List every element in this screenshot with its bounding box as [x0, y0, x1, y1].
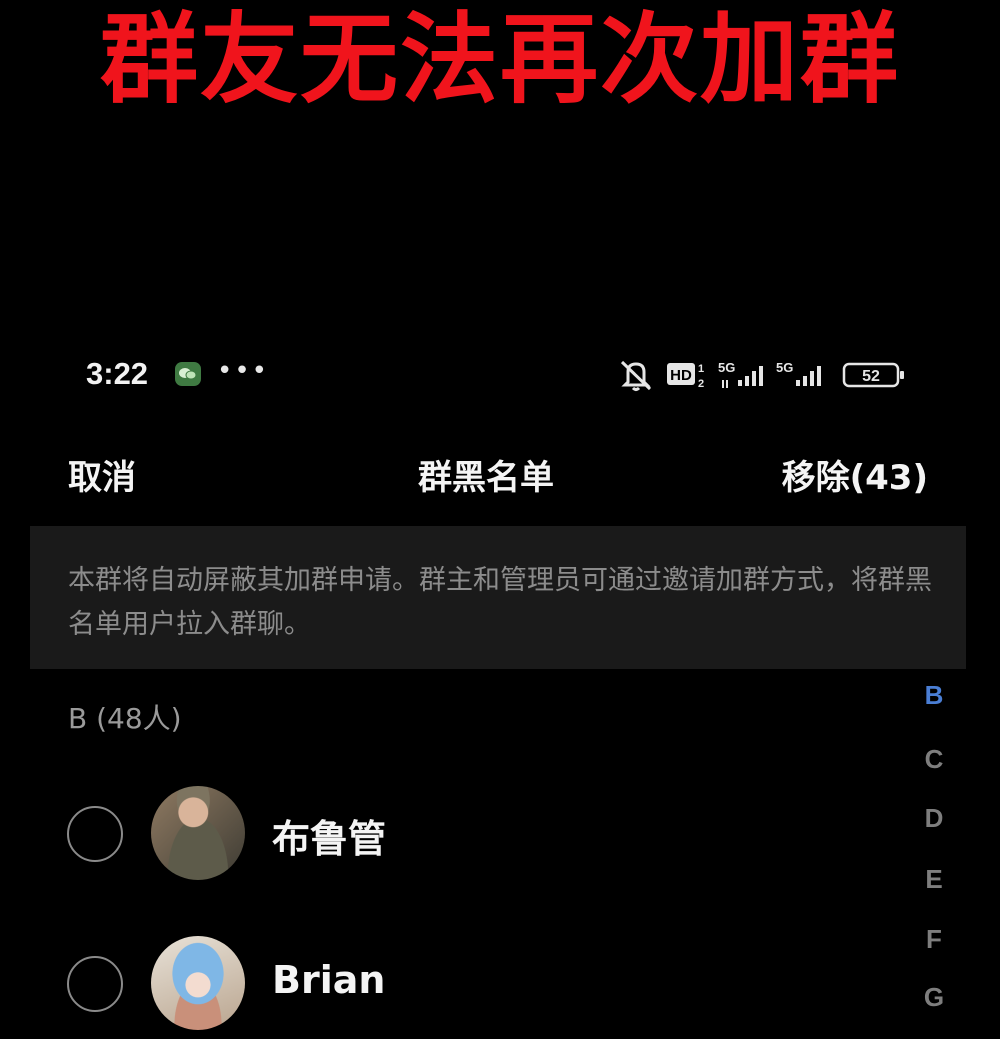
- network-label-1: 5G: [718, 360, 735, 375]
- avatar: [151, 936, 245, 1030]
- wechat-icon: [175, 362, 201, 386]
- screen: 群友无法再次加群 3:22 ••• HD 1 2 5G 5G 52 取消 群黑名…: [0, 0, 1000, 1039]
- signal-5g-icon: 5G: [716, 358, 772, 396]
- battery-level: 52: [862, 368, 880, 385]
- index-letter-d[interactable]: D: [912, 803, 956, 834]
- page-title: 群黑名单: [418, 458, 554, 498]
- avatar: [151, 786, 245, 880]
- index-letter-b[interactable]: B: [912, 680, 956, 711]
- index-letter-f[interactable]: F: [912, 924, 956, 955]
- network-label-2: 5G: [776, 360, 793, 375]
- hd-sub-1: 1: [698, 363, 704, 375]
- hd-voice-icon: HD 1 2: [666, 360, 708, 394]
- list-item[interactable]: 布鲁管: [0, 786, 900, 886]
- select-radio[interactable]: [67, 806, 123, 862]
- status-time: 3:22: [86, 356, 149, 391]
- contact-name: Brian: [272, 958, 386, 1002]
- mute-bell-icon: [616, 358, 656, 396]
- select-radio[interactable]: [67, 956, 123, 1012]
- contact-name: 布鲁管: [272, 817, 387, 861]
- navigation-bar: 取消 群黑名单 移除(43): [0, 440, 1000, 502]
- hd-sub-2: 2: [698, 378, 704, 390]
- banner-title: 群友无法再次加群: [99, 2, 900, 117]
- notice-text: 本群将自动屏蔽其加群申请。群主和管理员可通过邀请加群方式，将群黑名单用户拉入群聊…: [68, 565, 932, 640]
- battery-icon: 52: [842, 361, 906, 393]
- index-letter-e[interactable]: E: [912, 864, 956, 895]
- notice-box: 本群将自动屏蔽其加群申请。群主和管理员可通过邀请加群方式，将群黑名单用户拉入群聊…: [30, 526, 966, 669]
- status-bar: 3:22 ••• HD 1 2 5G 5G 52: [0, 350, 1000, 398]
- hd-label: HD: [670, 367, 692, 384]
- remove-button[interactable]: 移除(43): [782, 450, 928, 499]
- section-header: B (48人): [68, 702, 182, 735]
- index-letter-g[interactable]: G: [912, 982, 956, 1013]
- banner: 群友无法再次加群: [0, 0, 1000, 120]
- index-letter-c[interactable]: C: [912, 744, 956, 775]
- signal-5g-icon: 5G: [774, 358, 830, 396]
- list-item[interactable]: Brian: [0, 936, 900, 1036]
- more-dots-icon: •••: [217, 356, 270, 386]
- cancel-button[interactable]: 取消: [68, 450, 136, 499]
